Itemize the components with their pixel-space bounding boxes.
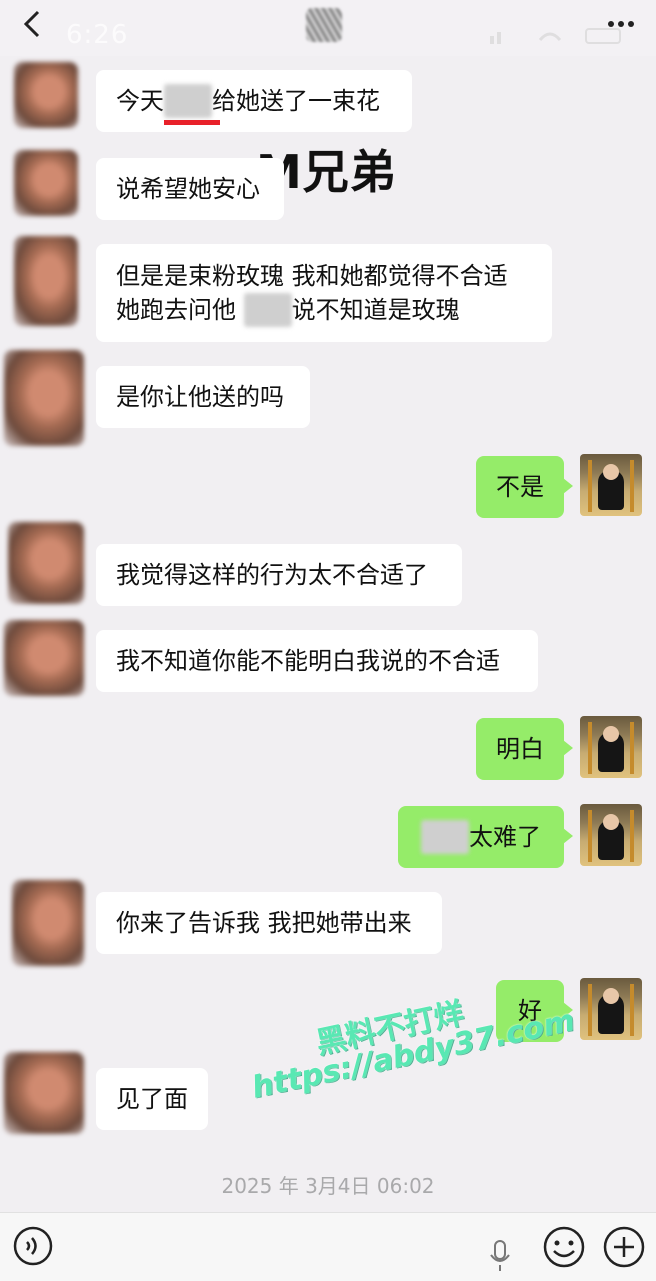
chat-title-blurred <box>306 8 342 42</box>
microphone-icon[interactable] <box>488 1239 512 1273</box>
message-bubble-incoming[interactable]: 你来了告诉我 我把她带出来 <box>96 892 442 954</box>
message-bubble-incoming[interactable]: 今天某某给她送了一束花 <box>96 70 412 132</box>
message-text: 不是 <box>496 473 544 501</box>
emoji-icon[interactable] <box>542 1225 586 1269</box>
message-bubble-incoming[interactable]: 说希望她安心 <box>96 158 284 220</box>
message-text: 见了面 <box>116 1085 188 1113</box>
message-text: 某某太难了 <box>421 820 541 854</box>
my-avatar[interactable] <box>580 454 642 516</box>
more-options-icon[interactable] <box>606 10 636 38</box>
blurred-name: 某某 <box>164 84 212 118</box>
contact-avatar[interactable] <box>14 236 78 326</box>
status-time: 6:26 <box>66 20 129 50</box>
red-underline-annotation <box>164 120 220 125</box>
message-bubble-incoming[interactable]: 是你让他送的吗 <box>96 366 310 428</box>
message-text: 你来了告诉我 我把她带出来 <box>116 909 412 937</box>
chat-header: 6:26 <box>0 0 656 56</box>
message-text: 是你让他送的吗 <box>116 383 284 411</box>
message-bubble-outgoing[interactable]: 不是 <box>476 456 573 518</box>
blurred-name: 某某 <box>421 820 469 854</box>
contact-avatar[interactable] <box>4 1052 84 1134</box>
message-text: 说希望她安心 <box>116 175 260 203</box>
my-avatar[interactable] <box>580 978 642 1040</box>
contact-avatar[interactable] <box>4 350 84 446</box>
message-bubble-incoming[interactable]: 见了面 <box>96 1068 208 1130</box>
contact-avatar[interactable] <box>4 620 84 696</box>
contact-avatar[interactable] <box>12 880 84 966</box>
message-text-line: 她跑去问他 某某说不知道是玫瑰 <box>116 293 460 327</box>
message-text: 我觉得这样的行为太不合适了 <box>116 561 428 589</box>
message-bubble-incoming[interactable]: 我觉得这样的行为太不合适了 <box>96 544 462 606</box>
contact-avatar[interactable] <box>14 150 78 216</box>
message-bubble-incoming[interactable]: 但是是束粉玫瑰 我和她都觉得不合适 她跑去问他 某某说不知道是玫瑰 <box>96 244 552 342</box>
message-bubble-outgoing[interactable]: 明白 <box>476 718 573 780</box>
input-bar <box>0 1212 656 1281</box>
back-arrow-icon[interactable] <box>18 8 46 40</box>
my-avatar[interactable] <box>580 716 642 778</box>
message-text: 今天某某给她送了一束花 <box>116 84 380 118</box>
message-timestamp: 2025 年 3月4日 06:02 <box>221 1174 435 1198</box>
message-bubble-outgoing[interactable]: 某某太难了 <box>398 806 573 868</box>
message-text: 我不知道你能不能明白我说的不合适 <box>116 647 500 675</box>
plus-icon[interactable] <box>602 1225 646 1269</box>
message-bubble-incoming[interactable]: 我不知道你能不能明白我说的不合适 <box>96 630 538 692</box>
message-text-line: 但是是束粉玫瑰 我和她都觉得不合适 <box>116 262 508 290</box>
contact-avatar[interactable] <box>8 522 84 604</box>
my-avatar[interactable] <box>580 804 642 866</box>
voice-icon[interactable] <box>12 1225 54 1267</box>
contact-avatar[interactable] <box>14 62 78 128</box>
blurred-name: 某某 <box>243 293 292 327</box>
watermark: 黑料不打烊 https://abdy37.com <box>241 972 578 1132</box>
message-text: 明白 <box>496 735 544 763</box>
